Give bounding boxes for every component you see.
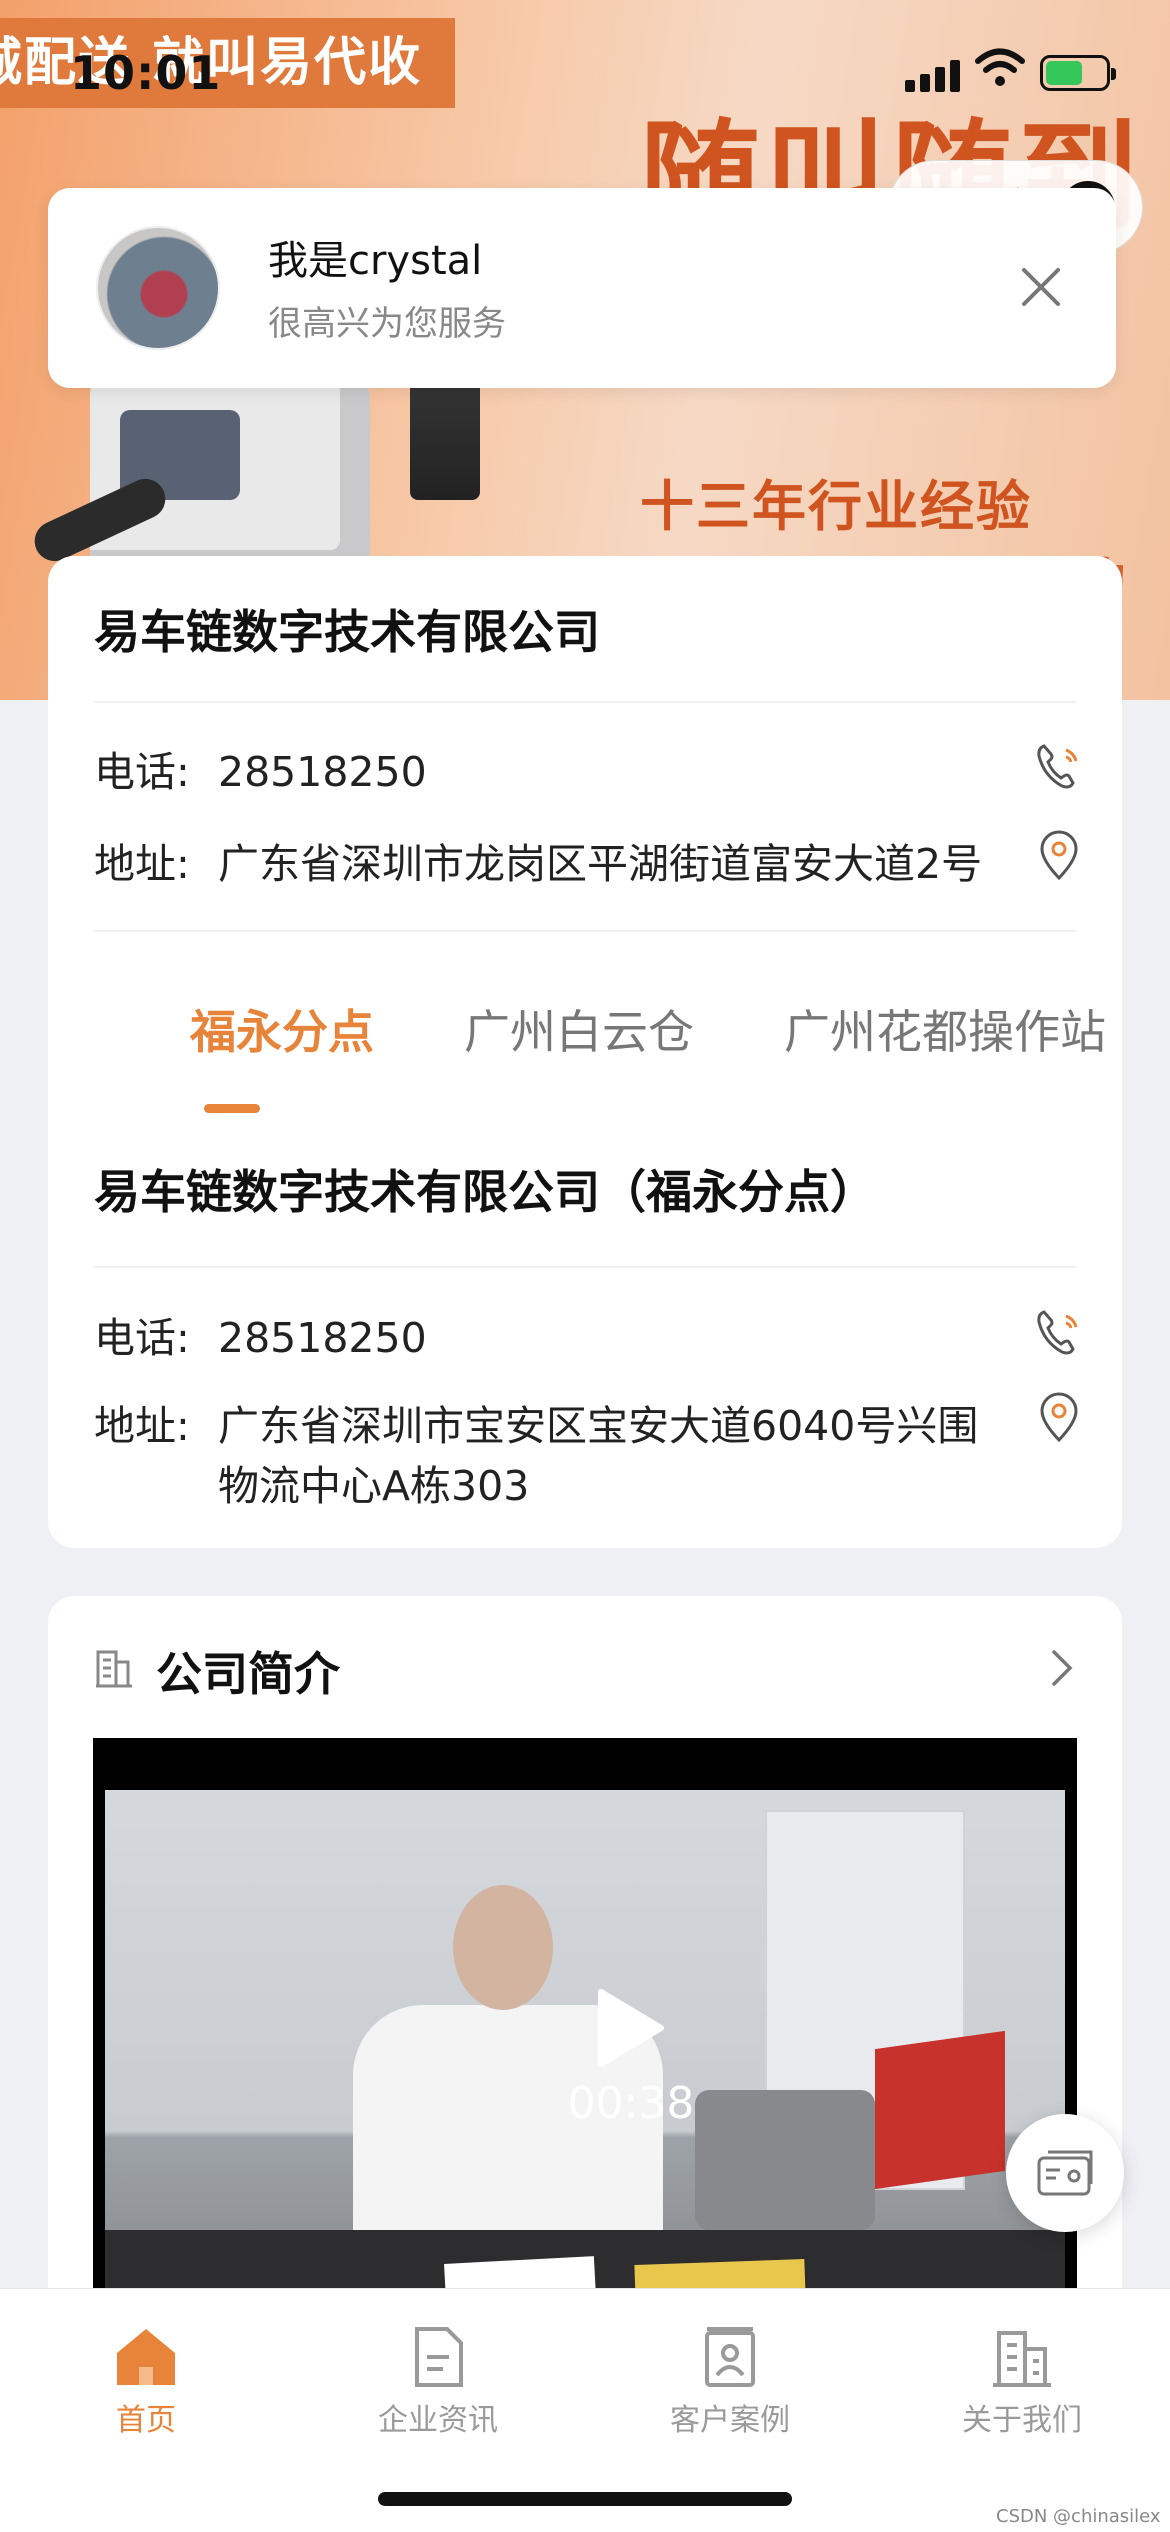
tab-news[interactable]: 企业资讯 [338, 2327, 538, 2439]
video-duration: 00:38 [567, 2078, 695, 2129]
phone-label: 电话: [94, 1314, 190, 1362]
active-tab-indicator [204, 1104, 260, 1113]
close-icon[interactable] [1014, 260, 1068, 314]
about-icon [993, 2331, 1051, 2387]
status-bar: 10:01 [0, 0, 1170, 140]
banner-tagline: 十三年行业经验 [640, 475, 1032, 538]
branch-address: 广东省深圳市宝安区宝安大道6040号兴围物流中心A栋303 [218, 1402, 979, 1510]
tab-label: 客户案例 [670, 2403, 790, 2438]
branch-address-row[interactable]: 地址: 广东省深圳市宝安区宝安大道6040号兴围物流中心A栋303 [94, 1396, 998, 1516]
company-phone-row[interactable]: 电话: 28518250 [94, 742, 998, 802]
truck-illustration [90, 370, 370, 570]
tab-home[interactable]: 首页 [46, 2327, 246, 2439]
branch-title: 易车链数字技术有限公司（福永分点） [94, 1165, 876, 1219]
tab-about[interactable]: 关于我们 [922, 2327, 1122, 2439]
card-icon [1037, 2150, 1093, 2196]
app-screen: 城配送 就叫易代收 随叫随到 十三年行业经验 解决客户最重大的的 10:01 我… [0, 0, 1170, 2532]
location-pin-icon[interactable] [1036, 830, 1082, 882]
greeting-message: 很高兴为您服务 [268, 304, 506, 344]
building-icon [94, 1646, 134, 1688]
company-phone: 28518250 [218, 748, 427, 796]
branch-phone: 28518250 [218, 1314, 427, 1362]
chevron-right-icon[interactable] [1048, 1648, 1076, 1688]
tab-label: 企业资讯 [378, 2403, 498, 2438]
address-label: 地址: [94, 840, 190, 888]
company-address: 广东省深圳市龙岗区平湖街道富安大道2号 [218, 840, 983, 888]
divider [94, 1266, 1076, 1268]
tab-baiyun[interactable]: 广州白云仓 [464, 996, 694, 1062]
location-pin-icon[interactable] [1036, 1392, 1082, 1444]
case-icon [705, 2327, 755, 2387]
home-indicator[interactable] [378, 2492, 792, 2506]
greeting-popup: 我是crystal 很高兴为您服务 [48, 188, 1116, 388]
tab-fuyong[interactable]: 福永分点 [190, 996, 374, 1062]
company-intro-card: 公司简介 00:38 [48, 1596, 1122, 2438]
company-address-row[interactable]: 地址: 广东省深圳市龙岗区平湖街道富安大道2号 [94, 834, 998, 894]
tab-label: 关于我们 [962, 2403, 1082, 2438]
intro-title: 公司简介 [156, 1647, 340, 1701]
company-info-card: 易车链数字技术有限公司 电话: 28518250 地址: 广东省深圳市龙岗区平湖街道… [48, 556, 1122, 1548]
play-icon[interactable] [595, 1988, 665, 2068]
company-name: 易车链数字技术有限公司 [94, 605, 600, 659]
cellular-signal-icon [905, 58, 975, 92]
avatar [96, 226, 220, 350]
phone-label: 电话: [94, 748, 190, 796]
branch-tabs: 福永分点 广州白云仓 广州花都操作站 [94, 996, 1106, 1106]
phone-icon[interactable] [1036, 1306, 1082, 1358]
divider [94, 701, 1076, 703]
phone-icon[interactable] [1036, 740, 1082, 792]
branch-phone-row[interactable]: 电话: 28518250 [94, 1308, 998, 1368]
greeting-name: 我是crystal [268, 238, 483, 284]
tab-huadu[interactable]: 广州花都操作站 [784, 996, 1106, 1062]
home-icon [117, 2329, 175, 2385]
news-icon [415, 2327, 463, 2387]
tab-label: 首页 [116, 2403, 176, 2438]
battery-icon [1040, 55, 1116, 91]
divider [94, 930, 1076, 932]
address-label: 地址: [94, 1402, 190, 1450]
business-card-button[interactable] [1006, 2114, 1124, 2232]
status-time: 10:01 [70, 46, 222, 100]
wifi-icon [975, 48, 1025, 88]
tab-cases[interactable]: 客户案例 [630, 2327, 830, 2439]
watermark: CSDN @chinasilex [996, 2506, 1161, 2527]
